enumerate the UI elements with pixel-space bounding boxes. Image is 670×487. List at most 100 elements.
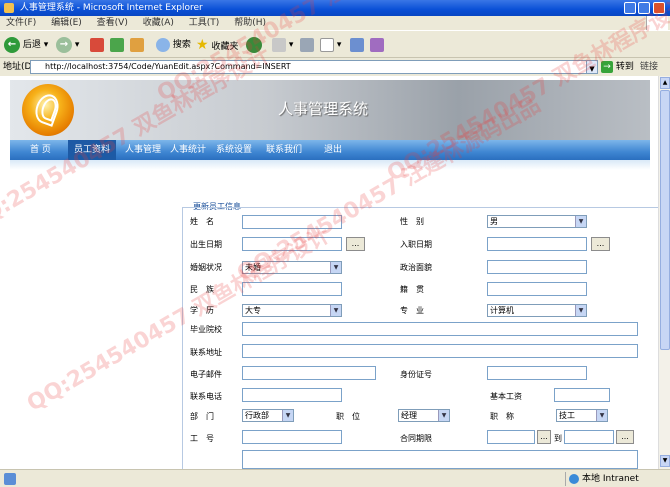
history-button[interactable] (246, 36, 262, 54)
sub-nav-strip (10, 160, 650, 170)
major-value: 计算机 (490, 306, 514, 315)
idcard-input[interactable] (487, 366, 587, 380)
contract-label: 合同期限 (400, 434, 432, 443)
messenger-icon (370, 37, 384, 52)
refresh-button[interactable] (110, 36, 124, 54)
dept-select[interactable]: 行政部 ▼ (242, 409, 294, 422)
flame-logo-icon (22, 84, 74, 136)
dept-label: 部 门 (190, 412, 214, 421)
close-button[interactable] (653, 2, 665, 14)
nav-bar: 首 页 员工资料 人事管理 人事统计 系统设置 联系我们 退出 (10, 140, 650, 160)
menu-tools[interactable]: 工具(T) (189, 16, 220, 30)
nav-system-settings[interactable]: 系统设置 (216, 140, 252, 160)
discuss-button[interactable] (350, 36, 364, 54)
education-select[interactable]: 大专 ▼ (242, 304, 342, 317)
menu-file[interactable]: 文件(F) (6, 16, 36, 30)
email-input[interactable] (242, 366, 376, 380)
email-label: 电子邮件 (190, 370, 222, 379)
salary-label: 基本工资 (490, 392, 522, 401)
chevron-down-icon: ▼ (330, 305, 341, 316)
major-select[interactable]: 计算机 ▼ (487, 304, 587, 317)
join-label: 入职日期 (400, 240, 432, 249)
scroll-down-icon[interactable]: ▼ (660, 455, 670, 467)
edit-button[interactable]: ▾ (320, 36, 341, 54)
name-input[interactable] (242, 215, 342, 229)
search-label: 搜索 (172, 40, 191, 50)
politics-label: 政治面貌 (400, 263, 432, 272)
window-title: 人事管理系统 - Microsoft Internet Explorer (19, 3, 203, 13)
contract-end-input[interactable] (564, 430, 614, 444)
nav-hr-management[interactable]: 人事管理 (125, 140, 161, 160)
status-bar: 本地 Intranet (0, 469, 670, 487)
scroll-thumb[interactable] (660, 90, 670, 350)
go-button[interactable]: → 转到 (601, 60, 634, 74)
back-button[interactable]: ← 后退 ▾ (4, 36, 48, 54)
join-input[interactable] (487, 237, 587, 251)
discuss-icon (350, 37, 364, 52)
birth-input[interactable] (242, 237, 342, 251)
salary-input[interactable] (554, 388, 610, 402)
maximize-button[interactable] (638, 2, 650, 14)
links-button[interactable]: 链接 (640, 59, 658, 75)
address-input[interactable]: http://localhost:3754/Code/YuanEdit.aspx… (30, 60, 594, 74)
back-label: 后退 (22, 40, 41, 50)
system-title: 人事管理系统 (278, 100, 369, 118)
remark-textarea[interactable] (242, 450, 638, 469)
search-icon (156, 37, 170, 52)
school-input[interactable] (242, 322, 638, 336)
back-arrow-icon: ← (4, 36, 20, 53)
contract-start-button[interactable]: ... (537, 430, 551, 444)
nav-contact-us[interactable]: 联系我们 (266, 140, 302, 160)
globe-icon (569, 474, 579, 484)
edit-icon (320, 37, 334, 52)
page-icon (4, 473, 16, 485)
address-field-label: 联系地址 (190, 348, 222, 357)
birth-date-button[interactable]: ... (346, 237, 365, 251)
vertical-scrollbar[interactable]: ▲ ▼ (658, 76, 670, 469)
home-button[interactable] (130, 36, 144, 54)
marriage-label: 婚姻状况 (190, 263, 222, 272)
forward-button[interactable]: → ▾ (56, 36, 79, 54)
print-icon (300, 37, 314, 52)
nav-logout[interactable]: 退出 (324, 140, 342, 160)
page-viewport: 人事管理系统 首 页 员工资料 人事管理 人事统计 系统设置 联系我们 退出 更… (0, 76, 658, 469)
join-date-button[interactable]: ... (591, 237, 610, 251)
contract-end-button[interactable]: ... (616, 430, 634, 444)
address-dropdown[interactable]: ▼ (586, 60, 598, 74)
title-select[interactable]: 技工 ▼ (556, 409, 608, 422)
stop-button[interactable] (90, 36, 104, 54)
contract-start-input[interactable] (487, 430, 535, 444)
messenger-button[interactable] (370, 36, 384, 54)
nav-hr-statistics[interactable]: 人事统计 (170, 140, 206, 160)
search-button[interactable]: 搜索 (156, 36, 191, 54)
chevron-down-icon: ▼ (282, 410, 293, 421)
address-field-input[interactable] (242, 344, 638, 358)
minimize-button[interactable] (624, 2, 636, 14)
nation-input[interactable] (242, 282, 342, 296)
scroll-up-icon[interactable]: ▲ (660, 77, 670, 89)
star-icon: ★ (196, 37, 209, 53)
workno-input[interactable] (242, 430, 342, 444)
favorites-button[interactable]: ★ 收藏夹 (196, 36, 238, 54)
native-input[interactable] (487, 282, 587, 296)
menu-edit[interactable]: 编辑(E) (51, 16, 82, 30)
address-bar: 地址(D) http://localhost:3754/Code/YuanEdi… (0, 59, 670, 75)
education-label: 学 历 (190, 306, 214, 315)
phone-label: 联系电话 (190, 392, 222, 401)
nav-employee-info[interactable]: 员工资料 (68, 140, 117, 160)
menu-help[interactable]: 帮助(H) (234, 16, 266, 30)
security-zone: 本地 Intranet (565, 472, 639, 486)
nav-home[interactable]: 首 页 (30, 140, 51, 160)
marriage-select[interactable]: 未婚 ▼ (242, 261, 342, 274)
url-text: http://localhost:3754/Code/YuanEdit.aspx… (45, 62, 291, 71)
politics-input[interactable] (487, 260, 587, 274)
education-value: 大专 (245, 306, 261, 315)
position-select[interactable]: 经理 ▼ (398, 409, 450, 422)
print-button[interactable] (300, 36, 314, 54)
menu-favorites[interactable]: 收藏(A) (143, 16, 174, 30)
mail-button[interactable]: ▾ (272, 36, 293, 54)
menu-view[interactable]: 查看(V) (97, 16, 128, 30)
phone-input[interactable] (242, 388, 342, 402)
gender-select[interactable]: 男 ▼ (487, 215, 587, 228)
mail-icon (272, 37, 286, 52)
